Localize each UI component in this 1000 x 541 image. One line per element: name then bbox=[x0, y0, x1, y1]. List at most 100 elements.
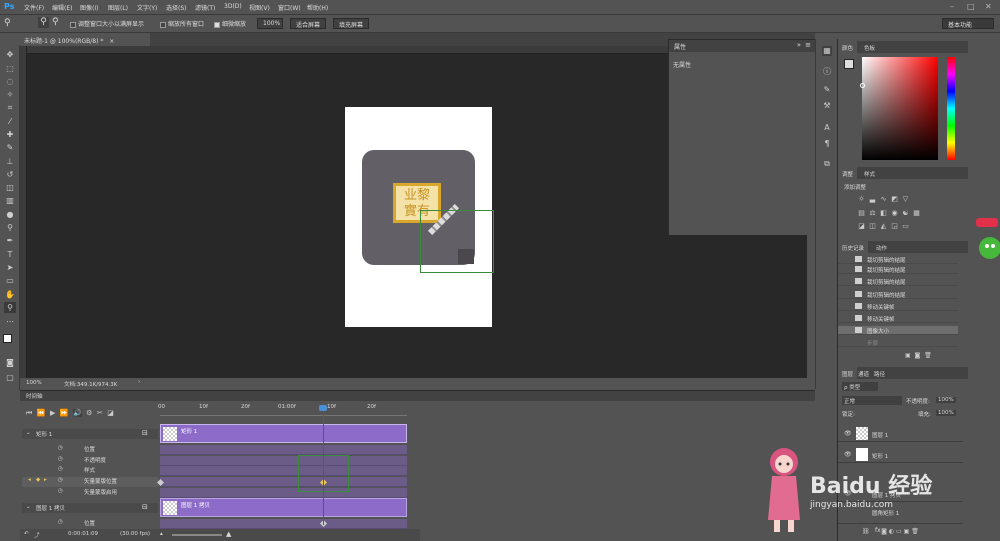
scrubby-zoom-option[interactable]: 细微缩放 bbox=[214, 19, 246, 28]
layer-kind-filter[interactable]: ρ 类型 bbox=[842, 382, 878, 391]
status-zoom[interactable]: 100% bbox=[26, 380, 42, 386]
link-layers-icon[interactable]: ⛓ bbox=[862, 528, 870, 535]
eraser-tool-icon[interactable]: ◫ bbox=[4, 182, 16, 193]
render-icon[interactable]: ↶ bbox=[24, 531, 29, 537]
blend-mode-select[interactable]: 正常 bbox=[842, 396, 902, 405]
add-mask-icon[interactable]: ◙ bbox=[881, 528, 887, 535]
zoom-all-option[interactable]: 缩放所有窗口 bbox=[160, 19, 204, 28]
expand-chevron-icon[interactable]: ⌄ bbox=[26, 504, 31, 510]
eyedropper-tool-icon[interactable]: ⁄ bbox=[4, 116, 16, 127]
lasso-tool-icon[interactable]: ◌ bbox=[4, 76, 16, 87]
visibility-eye-icon[interactable]: 👁 bbox=[844, 451, 852, 458]
zoom-tool-icon[interactable]: ⚲ bbox=[4, 18, 11, 28]
threshold-icon[interactable]: ◭ bbox=[880, 223, 887, 230]
move-tool-icon[interactable]: ✥ bbox=[4, 49, 16, 60]
tab-color[interactable]: 颜色 bbox=[838, 41, 858, 53]
tab-swatches[interactable]: 色板 bbox=[860, 41, 879, 53]
workspace-switcher[interactable]: 基本功能 bbox=[942, 18, 994, 29]
magic-wand-tool-icon[interactable]: ✧ bbox=[4, 89, 16, 100]
property-track[interactable] bbox=[160, 445, 407, 455]
info-panel-icon[interactable]: ⓘ bbox=[822, 67, 832, 77]
play-icon[interactable]: ▶ bbox=[50, 409, 55, 417]
snapshot-icon[interactable]: ◙ bbox=[915, 352, 921, 359]
foreground-color-swatch[interactable] bbox=[3, 334, 12, 343]
zoom-tool-icon[interactable]: ⚲ bbox=[4, 302, 16, 313]
convert-icon[interactable]: ⤴ bbox=[34, 531, 40, 539]
brush-tool-icon[interactable]: ✎ bbox=[4, 142, 16, 153]
new-adjustment-icon[interactable]: ◐ bbox=[889, 528, 894, 535]
stopwatch-icon[interactable]: ◷ bbox=[58, 456, 63, 462]
quick-mask-icon[interactable]: ◙ bbox=[4, 357, 16, 368]
scrubby-zoom-checkbox[interactable] bbox=[214, 21, 220, 28]
history-item[interactable]: 栽切剪辑的结尾 bbox=[838, 265, 958, 274]
menu-image[interactable]: 图像(I) bbox=[80, 3, 98, 12]
pen-tool-icon[interactable]: ✒ bbox=[4, 235, 16, 246]
menu-layer[interactable]: 图层(L) bbox=[108, 3, 128, 12]
gradient-map-icon[interactable]: ▭ bbox=[902, 223, 909, 230]
menu-edit[interactable]: 编辑(E) bbox=[52, 3, 72, 12]
rectangle-tool-icon[interactable]: ▭ bbox=[4, 275, 16, 286]
menu-type[interactable]: 文字(Y) bbox=[137, 3, 157, 12]
zoom-out-icon[interactable]: ⚲ bbox=[52, 17, 59, 27]
keyframe-diamond-icon[interactable]: ◆ bbox=[36, 477, 40, 483]
invert-icon[interactable]: ◪ bbox=[858, 223, 865, 230]
first-frame-icon[interactable]: ⏮ bbox=[26, 409, 32, 417]
layer-row[interactable]: 👁 图层 1 bbox=[838, 426, 963, 442]
layer-row[interactable]: 圆角矩形 1 bbox=[838, 508, 963, 524]
history-item[interactable]: 移动关键帧 bbox=[838, 314, 958, 323]
stopwatch-icon[interactable]: ◷ bbox=[58, 445, 63, 451]
stopwatch-icon[interactable]: ◷ bbox=[58, 488, 63, 494]
next-frame-icon[interactable]: ⏩ bbox=[60, 409, 69, 417]
history-item-selected[interactable]: 图像大小 bbox=[838, 326, 958, 335]
menu-help[interactable]: 帮助(H) bbox=[307, 3, 328, 12]
crop-tool-icon[interactable]: ⌗ bbox=[4, 102, 16, 113]
healing-brush-tool-icon[interactable]: ✚ bbox=[4, 129, 16, 140]
property-track[interactable] bbox=[160, 519, 407, 529]
document-tab[interactable]: 未标题-1 @ 100%(RGB/8) * × bbox=[20, 33, 150, 46]
type-tool-icon[interactable]: T bbox=[4, 249, 16, 260]
menu-file[interactable]: 文件(F) bbox=[24, 3, 44, 12]
split-scissors-icon[interactable]: ✂ bbox=[97, 409, 103, 417]
status-menu-arrow[interactable]: › bbox=[138, 379, 140, 385]
history-item[interactable]: 栽切剪辑的结尾 bbox=[838, 290, 958, 299]
channel-mixer-icon[interactable]: ☯ bbox=[902, 210, 909, 217]
more-tools-icon[interactable]: ⋯ bbox=[4, 316, 16, 327]
menu-view[interactable]: 视图(V) bbox=[249, 3, 270, 12]
audio-icon[interactable]: 🔊 bbox=[72, 409, 82, 417]
brush-panel-icon[interactable]: ✎ bbox=[822, 85, 832, 95]
settings-gear-icon[interactable]: ⚙ bbox=[86, 409, 92, 417]
fg-swatch[interactable] bbox=[844, 59, 854, 69]
stopwatch-icon[interactable]: ◷ bbox=[58, 519, 63, 525]
character-panel-icon[interactable]: A bbox=[822, 123, 832, 133]
zoom-in-mountain-icon[interactable]: ▲ bbox=[226, 530, 231, 538]
timeline-property-row[interactable]: ◷ 位置 bbox=[22, 445, 158, 455]
path-selection-tool-icon[interactable]: ➤ bbox=[4, 262, 16, 273]
hand-tool-icon[interactable]: ✋ bbox=[4, 289, 16, 300]
history-item[interactable]: 移动关键帧 bbox=[838, 302, 958, 311]
tool-presets-icon[interactable]: ⚒ bbox=[822, 101, 832, 111]
next-keyframe-icon[interactable]: ▸ bbox=[44, 477, 47, 483]
timeline-clip[interactable]: 图层 1 拷贝 bbox=[160, 498, 407, 517]
posterize-icon[interactable]: ◫ bbox=[869, 223, 876, 230]
resize-windows-checkbox[interactable] bbox=[70, 21, 76, 28]
tab-timeline[interactable]: 时间轴 bbox=[26, 392, 43, 400]
timeline-layer-header[interactable]: ⌄ 图层 1 拷贝 ⊟ bbox=[22, 503, 158, 513]
paragraph-panel-icon[interactable]: ¶ bbox=[822, 139, 832, 149]
history-item[interactable]: 栽切剪辑的结尾 bbox=[838, 255, 958, 264]
minimize-button[interactable]: – bbox=[950, 2, 954, 11]
history-brush-tool-icon[interactable]: ↺ bbox=[4, 169, 16, 180]
tab-history[interactable]: 历史记录 bbox=[838, 241, 869, 253]
color-picker-field[interactable] bbox=[862, 57, 938, 160]
layer-options-icon[interactable]: ⊟ bbox=[142, 503, 148, 511]
tab-styles[interactable]: 样式 bbox=[860, 167, 879, 179]
stopwatch-icon[interactable]: ◷ bbox=[58, 466, 63, 472]
transition-icon[interactable]: ◪ bbox=[107, 409, 114, 417]
timeline-property-row[interactable]: ◷ 样式 bbox=[22, 466, 158, 476]
fill-value[interactable]: 100% bbox=[936, 410, 956, 416]
marquee-tool-icon[interactable]: ⬚ bbox=[4, 63, 16, 74]
delete-layer-icon[interactable]: 🗑 bbox=[911, 528, 919, 535]
layer-options-icon[interactable]: ⊟ bbox=[142, 429, 148, 437]
prev-frame-icon[interactable]: ⏪ bbox=[37, 409, 46, 417]
properties-tab[interactable]: 属性 bbox=[674, 44, 686, 51]
color-lookup-icon[interactable]: ▦ bbox=[913, 210, 920, 217]
